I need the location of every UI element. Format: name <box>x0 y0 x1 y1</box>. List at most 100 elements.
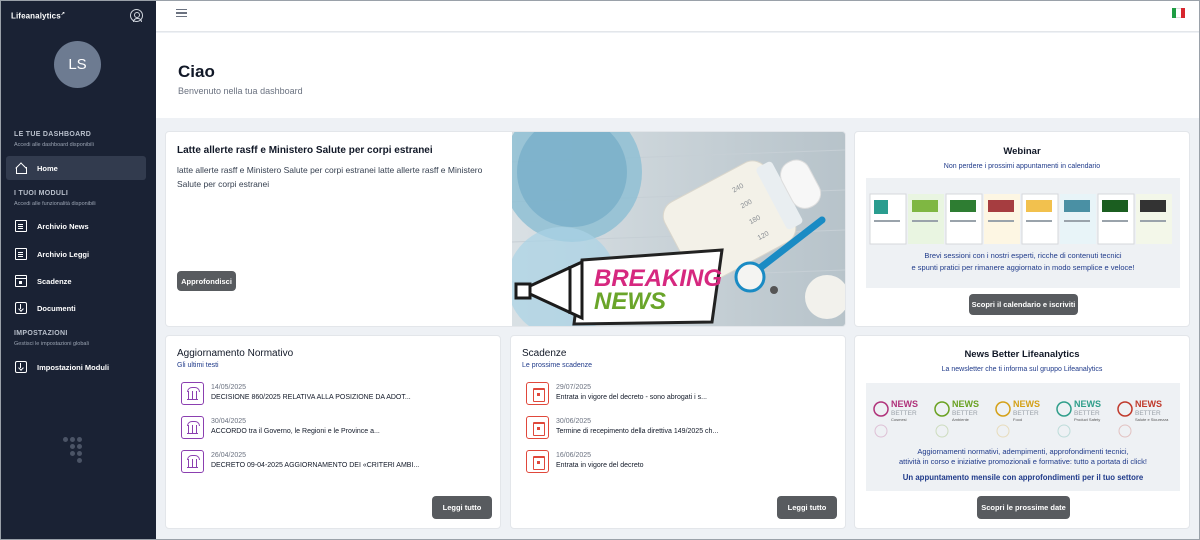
newsletter-logo-sector: Food <box>1013 417 1022 422</box>
newsletter-dates-button[interactable]: Scopri le prossime date <box>977 496 1070 519</box>
newsletter-logo-reflection <box>1057 424 1071 438</box>
newsletter-logo-icon <box>934 401 950 417</box>
item-date: 14/05/2025 <box>211 384 247 391</box>
breaking-news-illustration: 240 200 180 120 BREAKING NEWS <box>512 132 845 326</box>
page-title: Ciao <box>178 62 215 81</box>
section-subtitle-modules: Accedi alle funzionalità disponibili <box>14 201 96 207</box>
italy-flag-icon[interactable] <box>1172 8 1185 18</box>
scadenze-card: Scadenze Le prossime scadenze 29/07/2025… <box>510 335 846 529</box>
item-text: Termine di recepimento della direttiva 1… <box>556 428 719 435</box>
webinar-subtitle: Non perdere i prossimi appuntamenti in c… <box>943 163 1101 170</box>
approfondisci-button[interactable]: Approfondisci <box>177 271 236 291</box>
newsletter-logo-icon <box>995 401 1011 417</box>
newsletter-subtitle: La newsletter che ti informa sul gruppo … <box>941 366 1103 373</box>
account-icon[interactable] <box>130 9 143 22</box>
newsletter-logo-word1: NEWS <box>1013 399 1040 409</box>
webinar-thumbnails-illustration: Brevi sessioni con i nostri esperti, ric… <box>869 193 1172 272</box>
newsletter-logo-reflection <box>1118 424 1132 438</box>
sidebar: Lifeanalytics↗ LS LE TUE DASHBOARD Acced… <box>1 1 156 539</box>
newsletter-logo-word1: NEWS <box>891 399 918 409</box>
webinar-calendar-button[interactable]: Scopri il calendario e iscriviti <box>969 294 1078 315</box>
sidebar-item-impostazioni-moduli[interactable]: Impostazioni Moduli <box>6 355 146 379</box>
list-item[interactable]: 29/07/2025 Entrata in vigore del decreto… <box>526 382 826 406</box>
news-text-hero: NEWS <box>594 288 666 315</box>
scadenze-read-all-button[interactable]: Leggi tutto <box>777 496 837 519</box>
sidebar-item-archivio-news[interactable]: Archivio News <box>6 214 146 238</box>
law-archive-icon <box>15 248 27 260</box>
list-item[interactable]: 30/04/2025 ACCORDO tra il Governo, le Re… <box>181 416 481 440</box>
menu-icon[interactable] <box>176 9 187 17</box>
normativo-read-all-button[interactable]: Leggi tutto <box>432 496 492 519</box>
brand-logo[interactable]: Lifeanalytics↗ <box>11 11 65 21</box>
law-icon <box>181 416 204 439</box>
newsletter-logo-word2: BETTER <box>1135 410 1161 417</box>
law-icon <box>181 450 204 473</box>
calendar-icon <box>526 450 549 473</box>
list-item[interactable]: 16/06/2025 Entrata in vigore del decreto <box>526 450 826 474</box>
list-item[interactable]: 26/04/2025 DECRETO 09-04-2025 AGGIORNAME… <box>181 450 481 474</box>
item-date: 26/04/2025 <box>211 452 247 459</box>
newsletter-logo-word2: BETTER <box>891 410 917 417</box>
newsletter-logo-word2: BETTER <box>1013 410 1039 417</box>
sidebar-item-label: Scadenze <box>37 276 72 286</box>
sidebar-item-label: Archivio News <box>37 221 89 231</box>
newsletter-logo-sector: Cosmesi <box>891 417 907 422</box>
section-subtitle-settings: Gestisci le impostazioni globali <box>14 341 89 347</box>
home-icon <box>15 162 27 174</box>
newsletter-logo-reflection <box>935 424 949 438</box>
item-text: Entrata in vigore del decreto <box>556 462 644 469</box>
scadenze-title: Scadenze <box>522 348 567 359</box>
newsletter-logo-word1: NEWS <box>1074 399 1101 409</box>
newsletter-text-bold: Un appuntamento mensile con approfondime… <box>903 473 1144 482</box>
sidebar-item-documenti[interactable]: Documenti <box>6 296 146 320</box>
newsletter-banner[interactable]: NEWS BETTER Cosmesi NEWS BETTER Ambiente NEWS B… <box>866 383 1180 491</box>
normativo-title: Aggiornamento Normativo <box>177 348 294 359</box>
newsletter-text-line1: Aggiornamenti normativi, adempimenti, ap… <box>917 447 1128 456</box>
newsletter-text-line2: attività in corso e iniziative promozion… <box>899 457 1147 466</box>
item-date: 29/07/2025 <box>556 384 592 391</box>
webinar-title: Webinar <box>1003 146 1041 157</box>
item-text: DECISIONE 860/2025 RELATIVA ALLA POSIZIO… <box>211 394 411 401</box>
newsletter-logos-illustration: NEWSBETTERCosmesiNEWSBETTERAmbienteNEWSB… <box>873 399 1169 482</box>
page-subtitle: Benvenuto nella tua dashboard <box>178 86 303 96</box>
item-date: 30/06/2025 <box>556 418 592 425</box>
news-title: Latte allerte rasff e Ministero Salute p… <box>177 145 433 156</box>
newsletter-logo-word1: NEWS <box>1135 399 1162 409</box>
list-item[interactable]: 14/05/2025 DECISIONE 860/2025 RELATIVA A… <box>181 382 481 406</box>
news-hero-image[interactable]: 240 200 180 120 BREAKING NEWS <box>512 132 845 326</box>
lifeanalytics-mark-icon <box>63 437 89 463</box>
webinar-description-line2: e spunti pratici per rimanere aggiornato… <box>911 263 1134 272</box>
item-date: 30/04/2025 <box>211 418 247 425</box>
newsletter-logo-sector: Salute e Sicurezza <box>1135 417 1169 422</box>
documents-icon <box>15 302 27 314</box>
item-text: Entrata in vigore del decreto - sono abr… <box>556 394 707 401</box>
newsletter-card: News Better Lifeanalytics La newsletter … <box>854 335 1190 529</box>
item-text: DECRETO 09-04-2025 AGGIORNAMENTO DEI «CR… <box>211 462 420 469</box>
normativo-card: Aggiornamento Normativo Gli ultimi testi… <box>165 335 501 529</box>
section-subtitle-dashboards: Accedi alle dashboard disponibili <box>14 142 94 148</box>
sidebar-item-label: Home <box>37 163 58 173</box>
newsletter-logo-sector: Product Safety <box>1074 417 1100 422</box>
section-title-modules: I TUOI MODULI <box>14 190 69 197</box>
newsletter-logo-icon <box>873 401 889 417</box>
calendar-icon <box>526 382 549 405</box>
item-text: ACCORDO tra il Governo, le Regioni e le … <box>211 428 380 435</box>
top-bar <box>156 1 1199 32</box>
section-title-dashboards: LE TUE DASHBOARD <box>14 131 92 138</box>
webinar-card: Webinar Non perdere i prossimi appuntame… <box>854 131 1190 327</box>
modules-settings-icon <box>15 361 27 373</box>
newsletter-logo-reflection <box>996 424 1010 438</box>
list-item[interactable]: 30/06/2025 Termine di recepimento della … <box>526 416 826 440</box>
sidebar-item-scadenze[interactable]: Scadenze <box>6 269 146 293</box>
item-date: 16/06/2025 <box>556 452 592 459</box>
newsletter-logo-sector: Ambiente <box>952 417 970 422</box>
sidebar-item-label: Impostazioni Moduli <box>37 362 110 372</box>
calendar-icon <box>15 275 27 287</box>
sidebar-item-label: Documenti <box>37 303 76 313</box>
webinar-banner[interactable]: Brevi sessioni con i nostri esperti, ric… <box>866 178 1180 288</box>
news-text: latte allerte rasff e Ministero Salute p… <box>177 165 483 189</box>
sidebar-item-archivio-leggi[interactable]: Archivio Leggi <box>6 242 146 266</box>
newsletter-title: News Better Lifeanalytics <box>964 349 1080 360</box>
news-card: Latte allerte rasff e Ministero Salute p… <box>165 131 846 327</box>
sidebar-item-home[interactable]: Home <box>6 156 146 180</box>
